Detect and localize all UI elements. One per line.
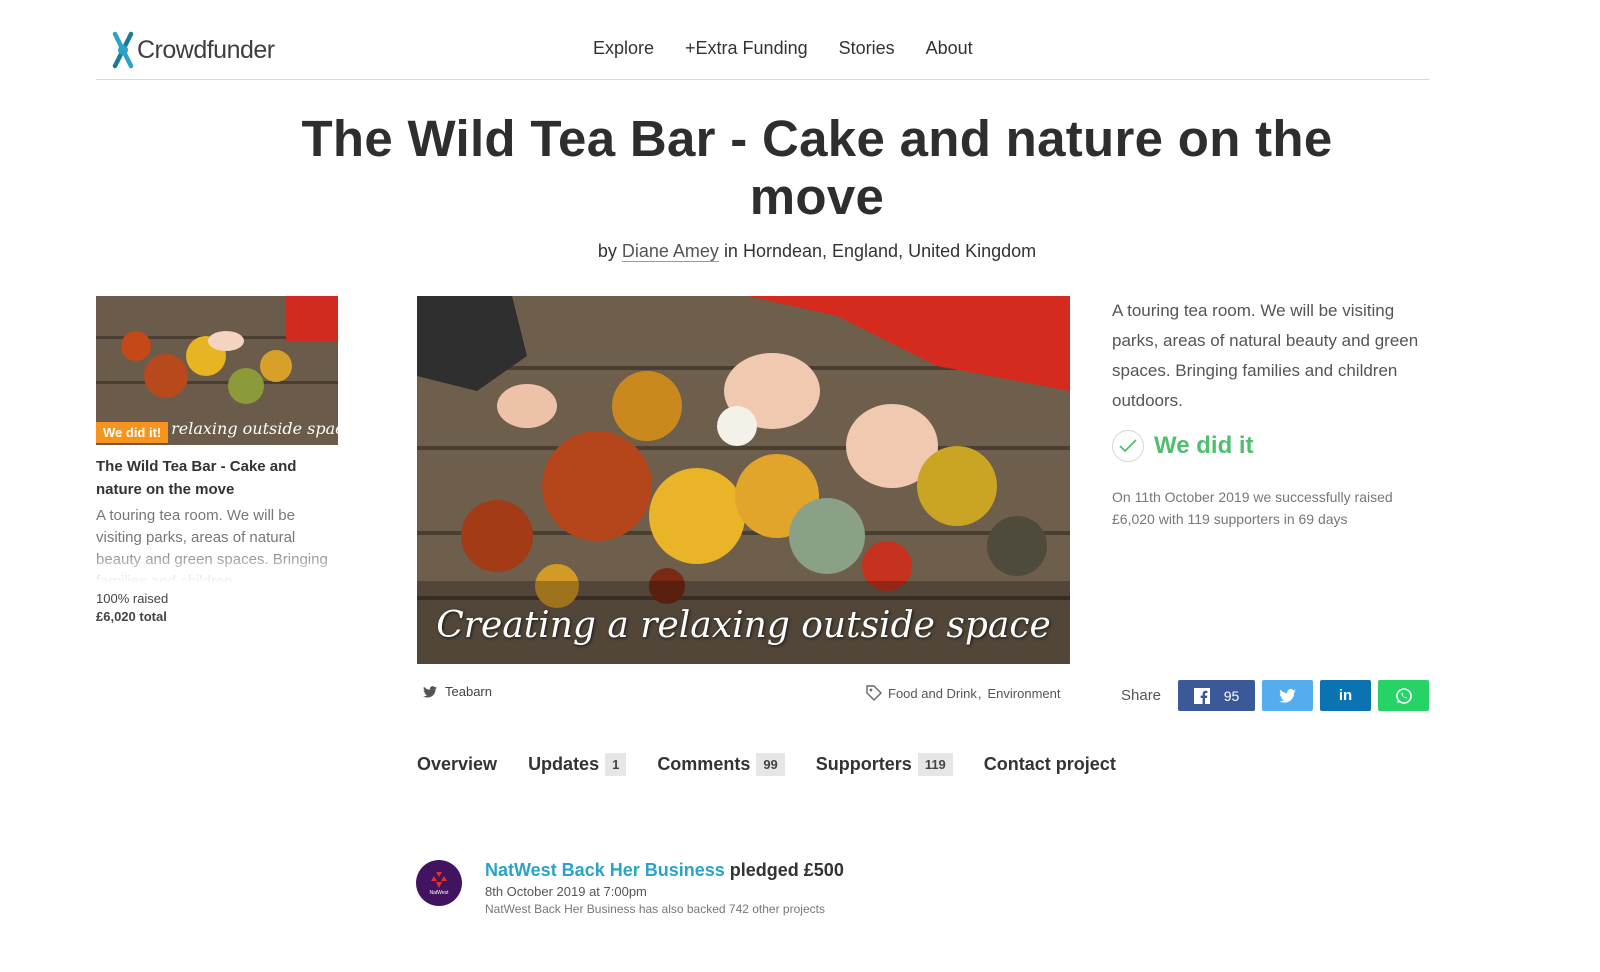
tag-separator: , [977, 685, 982, 701]
brand-name: Crowdfunder [137, 35, 275, 64]
linkedin-share-button[interactable]: in [1320, 680, 1372, 711]
tab-updates[interactable]: Updates 1 [528, 753, 627, 776]
project-byline: by Diane Amey in Horndean, England, Unit… [300, 241, 1334, 262]
funding-status-text: We did it [1154, 432, 1254, 459]
main-nav: Explore +Extra Funding Stories About [593, 38, 973, 59]
pledger-name-link[interactable]: NatWest Back Her Business [485, 860, 725, 880]
natwest-avatar[interactable]: NatWest [416, 860, 462, 906]
crowdfunder-logo[interactable]: Crowdfunder [110, 30, 275, 70]
share-label: Share [1121, 687, 1162, 704]
twitter-icon [423, 685, 437, 698]
facebook-share-count: 95 [1223, 687, 1240, 704]
whatsapp-icon [1395, 687, 1412, 704]
pledge-amount: pledged £500 [729, 860, 844, 880]
facebook-share-button[interactable]: 95 [1178, 680, 1256, 711]
tab-overview[interactable]: Overview [417, 754, 497, 775]
project-location: in Horndean, England, United Kingdom [723, 241, 1037, 261]
tag-food-and-drink[interactable]: Food and Drink [888, 686, 977, 701]
pledge-headline: NatWest Back Her Business pledged £500 [485, 860, 844, 881]
project-tags: Food and Drink, Environment [866, 685, 1061, 701]
byline-prefix: by [597, 241, 617, 261]
twitter-share-button[interactable] [1262, 680, 1314, 711]
project-summary-panel: A touring tea room. We will be visiting … [1112, 296, 1432, 530]
total-raised: £6,020 total [96, 609, 167, 624]
related-project-thumbnail[interactable]: Creating a relaxing outside space We did… [96, 296, 338, 445]
funding-status: We did it [1112, 430, 1432, 462]
comments-count: 99 [756, 753, 785, 776]
related-project-title[interactable]: The Wild Tea Bar - Cake and nature on th… [96, 455, 338, 501]
linkedin-icon: in [1338, 687, 1353, 704]
we-did-it-badge: We did it! [96, 422, 169, 443]
related-project-description: A touring tea room. We will be visiting … [96, 505, 338, 583]
tab-comments[interactable]: Comments 99 [657, 753, 785, 776]
tab-contact-project-label: Contact project [983, 754, 1116, 774]
whatsapp-share-button[interactable] [1378, 680, 1430, 711]
tab-contact-project[interactable]: Contact project [984, 754, 1116, 775]
project-summary: A touring tea room. We will be visiting … [1112, 301, 1419, 410]
percent-raised: 100% raised [96, 591, 169, 606]
nav-item-extra-funding[interactable]: +Extra Funding [685, 38, 808, 59]
tab-overview-label: Overview [417, 754, 498, 774]
nav-item-stories[interactable]: Stories [839, 38, 895, 59]
check-circle-icon [1112, 430, 1144, 462]
pledge-note: NatWest Back Her Business has also backe… [485, 902, 825, 916]
tab-supporters[interactable]: Supporters 119 [816, 753, 953, 776]
project-hero-image[interactable]: Creating a relaxing outside space [417, 296, 1070, 664]
supporters-count: 119 [917, 753, 953, 776]
pledge-date: 8th October 2019 at 7:00pm [485, 884, 647, 899]
tab-updates-label: Updates [528, 754, 600, 774]
project-twitter-link[interactable]: Teabarn [423, 684, 492, 699]
twitter-icon [1279, 688, 1296, 703]
natwest-logo-icon [431, 871, 447, 888]
pledge-item: NatWest NatWest Back Her Business pledge… [416, 860, 844, 916]
tab-comments-label: Comments [657, 754, 751, 774]
pledge-body: NatWest Back Her Business pledged £500 8… [485, 860, 844, 916]
hero-caption: Creating a relaxing outside space [436, 605, 1051, 646]
tag-icon [866, 685, 882, 701]
funding-result-text: On 11th October 2019 we successfully rai… [1112, 489, 1393, 527]
project-tabs: Overview Updates 1 Comments 99 Supporter… [417, 753, 1147, 776]
facebook-icon [1193, 687, 1210, 704]
nav-item-explore[interactable]: Explore [593, 38, 654, 59]
project-title: The Wild Tea Bar - Cake and nature on th… [301, 110, 1333, 225]
tab-supporters-label: Supporters [815, 754, 912, 774]
share-bar: Share 95 in [1121, 680, 1430, 711]
updates-count: 1 [605, 753, 627, 776]
twitter-handle-text: Teabarn [445, 684, 492, 699]
related-project-card[interactable]: Creating a relaxing outside space We did… [96, 296, 338, 624]
tag-environment[interactable]: Environment [988, 686, 1061, 701]
avatar-text: NatWest [429, 889, 449, 896]
crowdfunder-x-icon [112, 31, 134, 69]
nav-item-about[interactable]: About [926, 38, 973, 59]
author-link[interactable]: Diane Amey [621, 241, 719, 262]
site-header: Crowdfunder Explore +Extra Funding Stori… [96, 20, 1429, 80]
